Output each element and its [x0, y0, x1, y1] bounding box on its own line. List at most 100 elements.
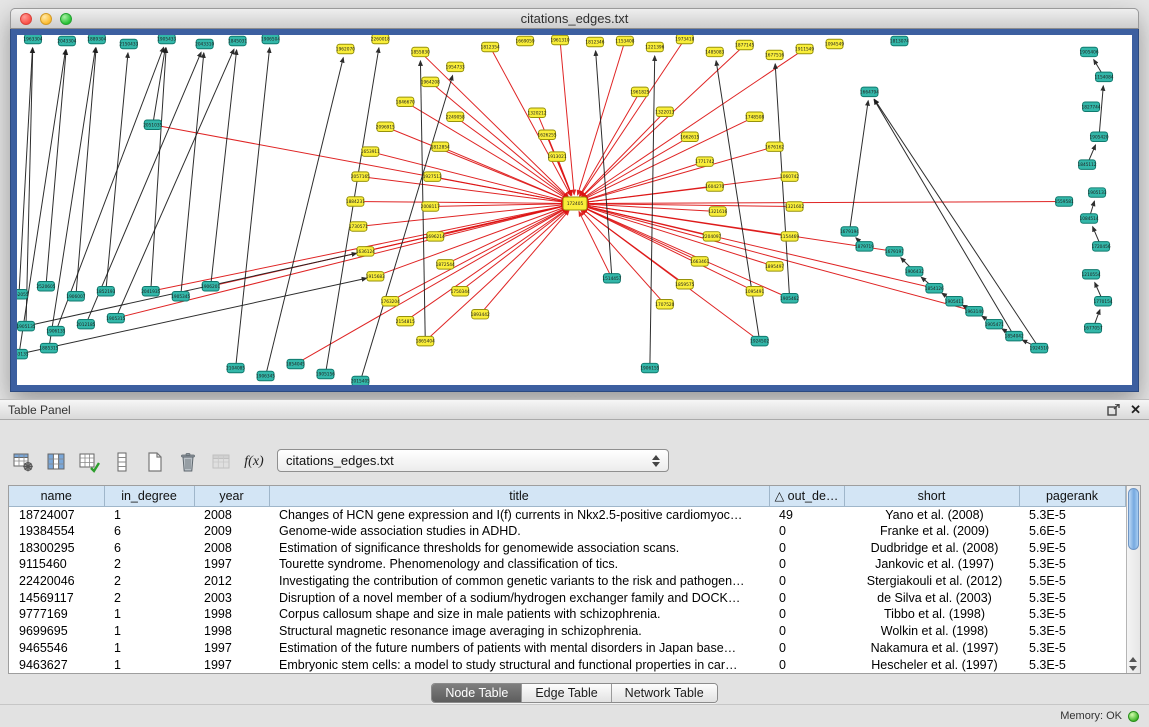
graph-edge[interactable] — [584, 206, 975, 311]
table-row[interactable]: 911546021997Tourette syndrome. Phenomeno… — [9, 556, 1125, 573]
cell-pagerank[interactable]: 5.5E-5 — [1019, 573, 1125, 590]
cell-title[interactable]: Estimation of significance thresholds fo… — [269, 539, 769, 556]
cell-name[interactable]: 9699695 — [9, 623, 104, 640]
scrollbar-arrows[interactable] — [1127, 657, 1141, 671]
cell-short[interactable]: Yano et al. (2008) — [844, 506, 1019, 523]
column-header-out_degree[interactable]: △ out_de… — [769, 486, 844, 506]
new-table-icon[interactable] — [142, 449, 168, 475]
graph-edge[interactable] — [375, 207, 566, 277]
vertical-scrollbar[interactable] — [1126, 486, 1141, 673]
graph-edge[interactable] — [584, 147, 775, 201]
cell-name[interactable]: 9115460 — [9, 556, 104, 573]
cell-pagerank[interactable]: 5.3E-5 — [1019, 623, 1125, 640]
cell-out_degree[interactable]: 0 — [769, 523, 844, 540]
cell-title[interactable]: Disruption of a novel member of a sodium… — [269, 589, 769, 606]
scroll-up-icon[interactable] — [1129, 657, 1137, 662]
graph-edge[interactable] — [266, 58, 344, 376]
scroll-down-icon[interactable] — [1129, 666, 1137, 671]
cell-pagerank[interactable]: 5.3E-5 — [1019, 589, 1125, 606]
cell-title[interactable]: Investigating the contribution of common… — [269, 573, 769, 590]
cell-name[interactable]: 9777169 — [9, 606, 104, 623]
tab-node-table[interactable]: Node Table — [432, 684, 522, 702]
graph-edge[interactable] — [557, 157, 572, 195]
graph-edge[interactable] — [480, 210, 569, 314]
graph-edge[interactable] — [584, 202, 1064, 204]
cell-title[interactable]: Changes of HCN gene expression and I(f) … — [269, 506, 769, 523]
cell-pagerank[interactable]: 5.3E-5 — [1019, 556, 1125, 573]
cell-year[interactable]: 1998 — [194, 606, 269, 623]
cell-in_degree[interactable]: 2 — [104, 589, 194, 606]
cell-title[interactable]: Embryonic stem cells: a model to study s… — [269, 656, 769, 673]
graph-edge[interactable] — [236, 48, 270, 368]
float-panel-icon[interactable] — [1107, 404, 1120, 416]
table-row[interactable]: 969969511998Structural magnetic resonanc… — [9, 623, 1125, 640]
graph-edge[interactable] — [583, 117, 755, 200]
network-canvas[interactable]: 1724051964208184667020969151653911205716… — [17, 35, 1132, 385]
graph-edge[interactable] — [106, 53, 128, 291]
graph-edge[interactable] — [425, 210, 568, 342]
cell-name[interactable]: 9463627 — [9, 656, 104, 673]
column-header-pagerank[interactable]: pagerank — [1019, 486, 1125, 506]
graph-edge[interactable] — [46, 50, 66, 286]
cell-year[interactable]: 2003 — [194, 589, 269, 606]
cell-name[interactable]: 19384554 — [9, 523, 104, 540]
cell-in_degree[interactable]: 1 — [104, 656, 194, 673]
graph-edge[interactable] — [1099, 86, 1103, 137]
cell-short[interactable]: Nakamura et al. (1997) — [844, 640, 1019, 657]
cell-short[interactable]: Jankovic et al. (1997) — [844, 556, 1019, 573]
select-columns-icon[interactable] — [43, 449, 69, 475]
cell-name[interactable]: 22420046 — [9, 573, 104, 590]
cell-out_degree[interactable]: 0 — [769, 556, 844, 573]
cell-out_degree[interactable]: 0 — [769, 640, 844, 657]
table-row[interactable]: 2242004622012Investigating the contribut… — [9, 573, 1125, 590]
cell-short[interactable]: Wolkin et al. (1998) — [844, 623, 1019, 640]
table-row[interactable]: 946362711997Embryonic stem cells: a mode… — [9, 656, 1125, 673]
graph-edge[interactable] — [580, 39, 685, 196]
graph-edge[interactable] — [430, 204, 566, 207]
cell-in_degree[interactable]: 6 — [104, 523, 194, 540]
cell-short[interactable]: de Silva et al. (2003) — [844, 589, 1019, 606]
graph-edge[interactable] — [584, 206, 775, 266]
table-mode-icon[interactable] — [10, 449, 36, 475]
cell-title[interactable]: Genome-wide association studies in ADHD. — [269, 523, 769, 540]
graph-edge[interactable] — [26, 253, 357, 326]
graph-edge[interactable] — [584, 206, 935, 289]
cell-pagerank[interactable]: 5.3E-5 — [1019, 506, 1125, 523]
graph-edge[interactable] — [850, 101, 869, 232]
graph-edge[interactable] — [211, 50, 237, 286]
delete-table-icon[interactable] — [175, 449, 201, 475]
graph-edge[interactable] — [650, 56, 655, 368]
graph-edge[interactable] — [390, 208, 567, 302]
graph-edge[interactable] — [579, 212, 612, 279]
cell-year[interactable]: 1997 — [194, 556, 269, 573]
cell-name[interactable]: 14569117 — [9, 589, 104, 606]
cell-title[interactable]: Tourette syndrome. Phenomenology and cla… — [269, 556, 769, 573]
cell-out_degree[interactable]: 0 — [769, 573, 844, 590]
graph-edge[interactable] — [153, 125, 566, 202]
graph-edge[interactable] — [358, 204, 566, 226]
cell-year[interactable]: 1997 — [194, 656, 269, 673]
cell-out_degree[interactable]: 0 — [769, 539, 844, 556]
cell-title[interactable]: Estimation of the future numbers of pati… — [269, 640, 769, 657]
cell-out_degree[interactable]: 49 — [769, 506, 844, 523]
cell-year[interactable]: 2012 — [194, 573, 269, 590]
graph-edge[interactable] — [578, 41, 625, 195]
cell-in_degree[interactable]: 2 — [104, 573, 194, 590]
tab-edge-table[interactable]: Edge Table — [522, 684, 611, 702]
zoom-window-button[interactable] — [60, 13, 72, 25]
column-header-year[interactable]: year — [194, 486, 269, 506]
cell-pagerank[interactable]: 5.3E-5 — [1019, 606, 1125, 623]
create-column-icon[interactable] — [76, 449, 102, 475]
cell-year[interactable]: 2008 — [194, 539, 269, 556]
function-builder-icon[interactable]: f(x) — [241, 449, 267, 475]
cell-title[interactable]: Corpus callosum shape and size in male p… — [269, 606, 769, 623]
graph-edge[interactable] — [355, 202, 566, 204]
cell-name[interactable]: 18724007 — [9, 506, 104, 523]
cell-in_degree[interactable]: 1 — [104, 506, 194, 523]
graph-edge[interactable] — [716, 61, 760, 341]
cell-out_degree[interactable]: 0 — [769, 589, 844, 606]
table-row[interactable]: 977716911998Corpus callosum shape and si… — [9, 606, 1125, 623]
table-row[interactable]: 1456911722003Disruption of a novel membe… — [9, 589, 1125, 606]
graph-edge[interactable] — [86, 52, 201, 324]
panel-resize-handle[interactable] — [563, 393, 587, 398]
